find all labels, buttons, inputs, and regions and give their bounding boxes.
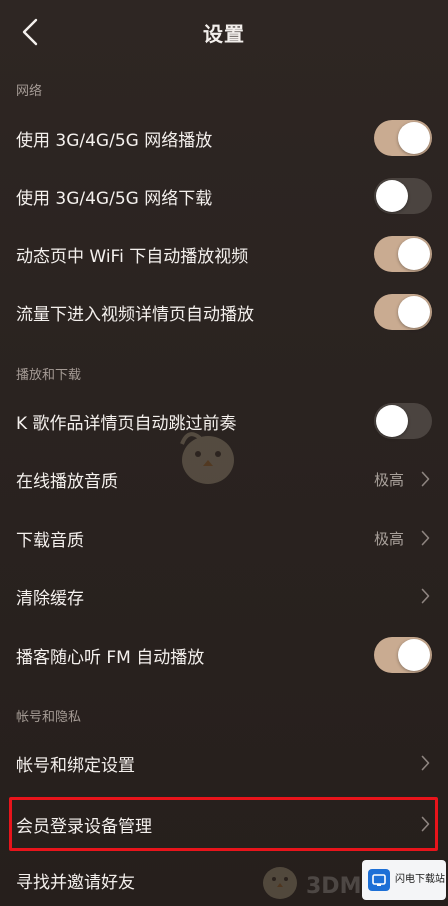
play-cellular-toggle[interactable] (374, 120, 432, 156)
toggle-knob (398, 122, 430, 154)
download-quality-value: 极高 (373, 529, 404, 548)
setting-row-clear-cache[interactable]: 清除缓存 (0, 568, 448, 624)
setting-label: 在线播放音质 (16, 471, 118, 492)
toggle-knob (398, 296, 430, 328)
setting-row-member-device-mgmt[interactable]: 会员登录设备管理 (0, 796, 448, 852)
setting-row-account-binding[interactable]: 帐号和绑定设置 (0, 735, 448, 791)
download-site-badge: 闪电下载站 (362, 860, 446, 900)
setting-row-feed-autoplay-wifi: 动态页中 WiFi 下自动播放视频 (0, 226, 448, 282)
setting-row-download-quality[interactable]: 下载音质 极高 (0, 510, 448, 566)
download-site-logo-icon (368, 869, 390, 891)
setting-row-download-cellular: 使用 3G/4G/5G 网络下载 (0, 168, 448, 224)
setting-row-podcast-fm-autoplay: 播客随心听 FM 自动播放 (0, 627, 448, 683)
toggle-knob (376, 405, 408, 437)
setting-label: 清除缓存 (16, 588, 84, 609)
badge-title: 闪电下载站 (395, 874, 445, 885)
chevron-right-icon (416, 470, 434, 488)
chevron-right-icon (416, 754, 434, 772)
page-title: 设置 (203, 22, 245, 46)
setting-label: 会员登录设备管理 (16, 816, 152, 837)
setting-label: 使用 3G/4G/5G 网络播放 (16, 130, 213, 151)
toggle-knob (376, 180, 408, 212)
setting-label: 动态页中 WiFi 下自动播放视频 (16, 246, 249, 267)
setting-label: 播客随心听 FM 自动播放 (16, 647, 205, 668)
watermark-mascot-small-icon (255, 858, 305, 906)
cellular-video-autoplay-toggle[interactable] (374, 294, 432, 330)
setting-row-cellular-video-autoplay: 流量下进入视频详情页自动播放 (0, 284, 448, 340)
section-header-playback: 播放和下载 (16, 368, 82, 383)
chevron-right-icon (416, 587, 434, 605)
setting-label: 帐号和绑定设置 (16, 755, 135, 776)
settings-screen: 设置 网络 使用 3G/4G/5G 网络播放 使用 3G/4G/5G 网络下载 … (0, 0, 448, 906)
toggle-knob (398, 639, 430, 671)
watermark-mascot-icon (168, 420, 248, 494)
download-cellular-toggle[interactable] (374, 178, 432, 214)
toggle-knob (398, 238, 430, 270)
section-header-account: 帐号和隐私 (16, 710, 82, 725)
setting-label: 下载音质 (16, 530, 84, 551)
podcast-fm-autoplay-toggle[interactable] (374, 637, 432, 673)
setting-label: 使用 3G/4G/5G 网络下载 (16, 188, 213, 209)
section-header-network: 网络 (16, 84, 43, 99)
k-song-skip-intro-toggle[interactable] (374, 403, 432, 439)
download-site-name: 闪电下载站 (395, 874, 445, 886)
setting-row-play-cellular: 使用 3G/4G/5G 网络播放 (0, 110, 448, 166)
chevron-right-icon (416, 529, 434, 547)
chevron-right-icon (416, 815, 434, 833)
setting-label: 流量下进入视频详情页自动播放 (16, 304, 254, 325)
watermark-3dm: 3DM (306, 874, 362, 899)
setting-label: 寻找并邀请好友 (16, 872, 135, 893)
nav-bar: 设置 (0, 0, 448, 66)
feed-autoplay-wifi-toggle[interactable] (374, 236, 432, 272)
online-quality-value: 极高 (373, 470, 404, 489)
